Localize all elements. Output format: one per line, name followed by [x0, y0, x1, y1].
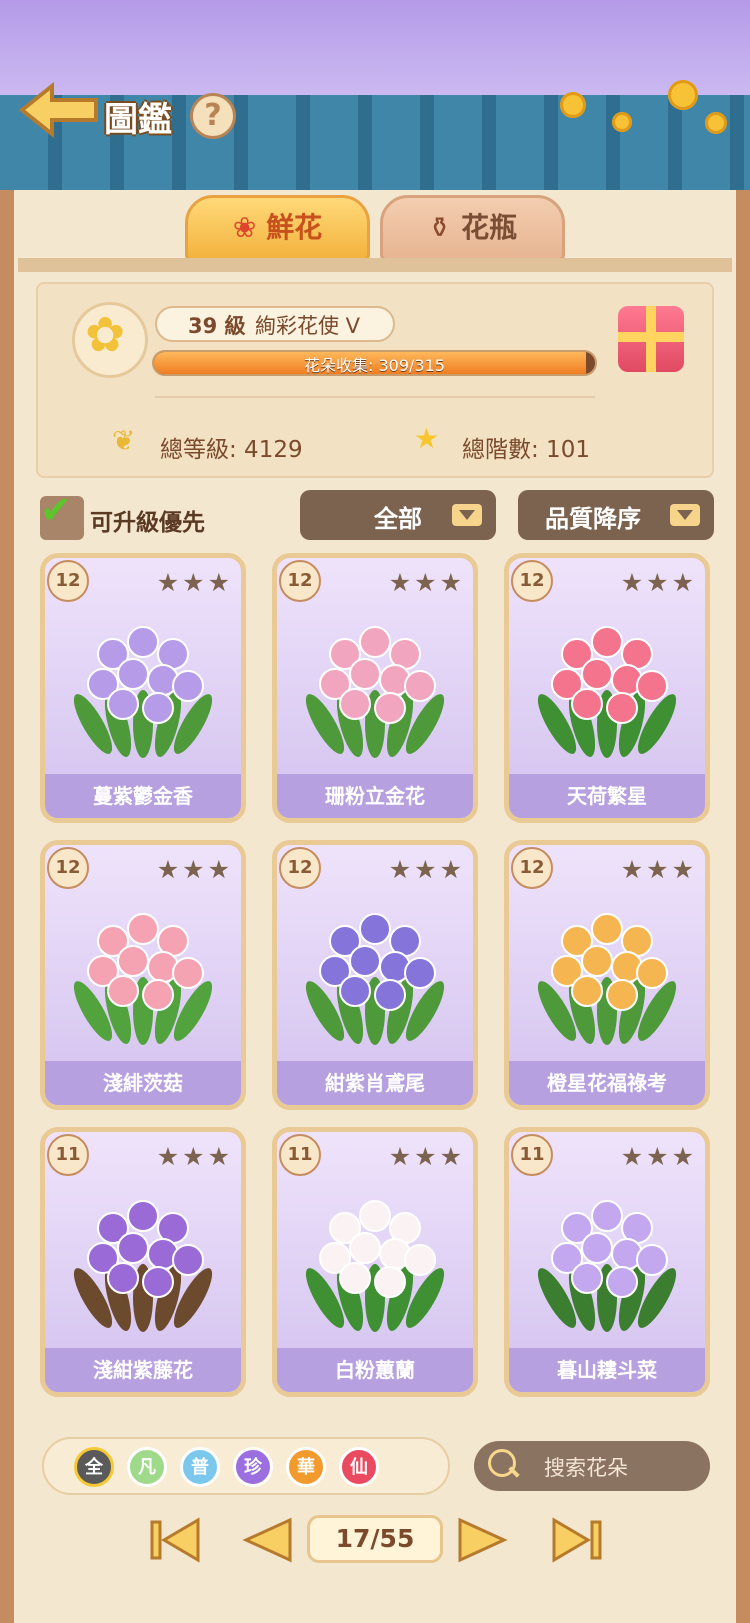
star-rating-icon: ★★★: [388, 1142, 465, 1171]
previous-page-icon[interactable]: [236, 1514, 296, 1566]
flower-card[interactable]: 12 ★★★ 橙星花福祿考: [504, 840, 710, 1110]
tab-bar: ❀ 鮮花 ⚱ 花瓶: [0, 195, 750, 265]
card-level-badge: 12: [511, 560, 553, 602]
star-rating-icon: ★★★: [156, 568, 233, 597]
flower-card[interactable]: 12 ★★★ 紺紫肖鳶尾: [272, 840, 478, 1110]
flower-card[interactable]: 11 ★★★ 淺紺紫藤花: [40, 1127, 246, 1397]
star-rating-icon: ★★★: [156, 855, 233, 884]
collection-progress-label: 花朵收集: 309/315: [304, 356, 445, 375]
flower-card[interactable]: 12 ★★★ 淺緋茨菇: [40, 840, 246, 1110]
card-level-badge: 11: [47, 1134, 89, 1176]
sprout-icon: ❦: [112, 424, 136, 457]
quality-filter-button[interactable]: 珍: [233, 1447, 273, 1487]
flower-name: 天荷繁星: [509, 774, 705, 818]
card-level-badge: 12: [47, 560, 89, 602]
chevron-down-icon: [452, 504, 482, 526]
flower-name: 蔓紫鬱金香: [45, 774, 241, 818]
flower-emblem-icon: [72, 302, 148, 378]
rank-title: 絢彩花使 V: [255, 314, 361, 338]
wisteria-illustration: [73, 1200, 213, 1332]
tab-divider: [18, 258, 732, 272]
purple-tulip-illustration: [73, 626, 213, 758]
tab-vases[interactable]: ⚱ 花瓶: [380, 195, 565, 261]
sort-value: 品質降序: [545, 505, 641, 533]
flower-name: 橙星花福祿考: [509, 1061, 705, 1105]
flower-name: 淺緋茨菇: [45, 1061, 241, 1105]
flower-name: 暮山耬斗菜: [509, 1348, 705, 1392]
flower-name: 白粉蕙蘭: [277, 1348, 473, 1392]
flower-card[interactable]: 12 ★★★ 珊粉立金花: [272, 553, 478, 823]
card-level-badge: 12: [279, 847, 321, 889]
flower-name: 淺紺紫藤花: [45, 1348, 241, 1392]
flower-name: 珊粉立金花: [277, 774, 473, 818]
vase-icon: ⚱: [427, 211, 452, 244]
star-rating-icon: ★★★: [156, 1142, 233, 1171]
search-icon: [488, 1449, 516, 1477]
quality-filter-button[interactable]: 仙: [339, 1447, 379, 1487]
sort-dropdown[interactable]: 品質降序: [518, 490, 714, 540]
player-level: 39 級: [188, 314, 246, 338]
checkmark-icon: ✔: [40, 488, 72, 532]
orange-phlox-illustration: [537, 913, 677, 1045]
tab-flowers[interactable]: ❀ 鮮花: [185, 195, 370, 261]
pink-arrowhead-illustration: [73, 913, 213, 1045]
star-rating-icon: ★★★: [388, 855, 465, 884]
columbine-illustration: [537, 1200, 677, 1332]
star-rating-icon: ★★★: [620, 855, 697, 884]
help-button[interactable]: ?: [190, 93, 236, 139]
pink-azalea-illustration: [537, 626, 677, 758]
next-page-icon[interactable]: [454, 1514, 514, 1566]
flower-card[interactable]: 11 ★★★ 暮山耬斗菜: [504, 1127, 710, 1397]
search-bar[interactable]: 搜索花朵: [474, 1441, 710, 1491]
card-level-badge: 11: [511, 1134, 553, 1176]
star-icon: ★: [414, 422, 440, 455]
flower-card[interactable]: 11 ★★★ 白粉蕙蘭: [272, 1127, 478, 1397]
star-rating-icon: ★★★: [620, 568, 697, 597]
flower-card[interactable]: 12 ★★★ 天荷繁星: [504, 553, 710, 823]
white-orchid-illustration: [305, 1200, 445, 1332]
page-indicator: 17/55: [307, 1515, 443, 1563]
blossom-decoration: [612, 112, 632, 132]
purple-iris-illustration: [305, 913, 445, 1045]
star-rating-icon: ★★★: [620, 1142, 697, 1171]
total-level: 總等級: 4129: [160, 437, 303, 463]
chevron-down-icon: [670, 504, 700, 526]
flower-name: 紺紫肖鳶尾: [277, 1061, 473, 1105]
blossom-decoration: [560, 92, 586, 118]
page-title: 圖鑑: [104, 100, 172, 140]
divider: [155, 396, 595, 398]
back-arrow-icon[interactable]: [18, 80, 100, 140]
flower-card[interactable]: 12 ★★★ 蔓紫鬱金香: [40, 553, 246, 823]
quality-filter-button[interactable]: 凡: [127, 1447, 167, 1487]
quality-filter-button[interactable]: 全: [74, 1447, 114, 1487]
card-level-badge: 12: [47, 847, 89, 889]
total-stage: 總階數: 101: [462, 437, 590, 463]
card-level-badge: 12: [279, 560, 321, 602]
blossom-decoration: [705, 112, 727, 134]
card-level-badge: 12: [511, 847, 553, 889]
rose-icon: ❀: [232, 211, 257, 244]
pink-lachenalia-illustration: [305, 626, 445, 758]
star-rating-icon: ★★★: [388, 568, 465, 597]
first-page-icon[interactable]: [146, 1514, 206, 1566]
card-level-badge: 11: [279, 1134, 321, 1176]
upgrade-priority-label: 可升級優先: [90, 510, 205, 536]
quality-filter-button[interactable]: 普: [180, 1447, 220, 1487]
blossom-decoration: [668, 80, 698, 110]
last-page-icon[interactable]: [546, 1514, 606, 1566]
search-placeholder: 搜索花朵: [544, 1456, 628, 1480]
category-dropdown[interactable]: 全部: [300, 490, 496, 540]
gift-box-icon[interactable]: [618, 306, 684, 372]
quality-filter-button[interactable]: 華: [286, 1447, 326, 1487]
